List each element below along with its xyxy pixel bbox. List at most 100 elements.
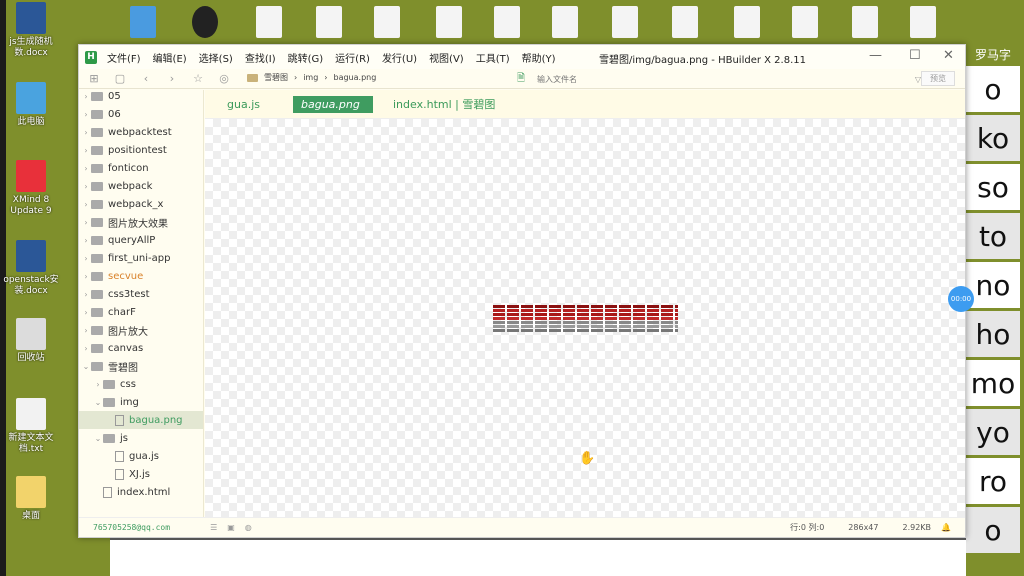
forward-icon[interactable]: › — [161, 72, 183, 85]
tree-item[interactable]: › positiontest — [79, 141, 203, 159]
desktop-icon[interactable]: openstack安装.docx — [0, 240, 62, 297]
notification-icon[interactable]: 🔔 — [941, 523, 951, 532]
desktop-icon[interactable]: 新建文本文档.txt — [0, 398, 62, 455]
account-link[interactable]: 765705258@qq.com — [93, 523, 170, 532]
desktop-icon[interactable]: 桌面 — [0, 476, 62, 522]
chevron-right-icon[interactable]: › — [93, 380, 103, 389]
chevron-right-icon[interactable]: › — [81, 128, 91, 137]
desktop-file-icon[interactable] — [436, 6, 462, 38]
breadcrumb-item[interactable]: img — [303, 73, 318, 82]
tree-item[interactable]: › fonticon — [79, 159, 203, 177]
desktop-file-icon[interactable] — [494, 6, 520, 38]
desktop-file-icon[interactable] — [256, 6, 282, 38]
chevron-right-icon[interactable]: › — [81, 92, 91, 101]
tree-item[interactable]: › webpacktest — [79, 123, 203, 141]
tab-index-html[interactable]: index.html | 雪碧图 — [385, 96, 503, 113]
menu-item[interactable]: 视图(V) — [429, 50, 464, 65]
desktop-file-icon[interactable] — [192, 6, 218, 38]
chevron-right-icon[interactable]: › — [81, 326, 91, 335]
chevron-right-icon[interactable]: › — [81, 290, 91, 299]
breadcrumb-item[interactable]: 雪碧图 — [264, 72, 288, 83]
desktop-file-icon[interactable] — [130, 6, 156, 38]
chevron-right-icon[interactable]: › — [81, 344, 91, 353]
breadcrumb-item[interactable]: bagua.png — [334, 73, 377, 82]
tree-item[interactable]: › charF — [79, 303, 203, 321]
tree-item[interactable]: ⌄ img — [79, 393, 203, 411]
desktop-file-icon[interactable] — [910, 6, 936, 38]
tree-item[interactable]: › 06 — [79, 105, 203, 123]
tree-item[interactable]: › secvue — [79, 267, 203, 285]
minimize-button[interactable]: — — [869, 48, 882, 63]
chevron-right-icon[interactable]: › — [81, 236, 91, 245]
chevron-right-icon[interactable]: › — [81, 254, 91, 263]
menu-item[interactable]: 文件(F) — [107, 50, 141, 65]
desktop-file-icon[interactable] — [734, 6, 760, 38]
desktop-file-icon[interactable] — [852, 6, 878, 38]
tab-bagua-png[interactable]: bagua.png — [293, 96, 373, 113]
recording-timer[interactable]: 00:00 — [948, 286, 974, 312]
tree-item[interactable]: › 图片放大 — [79, 321, 203, 339]
tree-item[interactable]: › css3test — [79, 285, 203, 303]
tree-item[interactable]: › webpack — [79, 177, 203, 195]
tree-item[interactable]: › canvas — [79, 339, 203, 357]
menu-item[interactable]: 选择(S) — [199, 50, 233, 65]
chevron-down-icon[interactable]: ⌄ — [81, 362, 91, 371]
outline-icon[interactable]: ☰ — [210, 523, 217, 532]
preview-button[interactable]: 预览 — [921, 71, 955, 86]
back-icon[interactable]: ‹ — [135, 72, 157, 85]
desktop-file-icon[interactable] — [552, 6, 578, 38]
desktop-file-icon[interactable] — [672, 6, 698, 38]
tree-item[interactable]: › first_uni-app — [79, 249, 203, 267]
chevron-right-icon[interactable]: › — [81, 182, 91, 191]
menu-item[interactable]: 跳转(G) — [288, 50, 324, 65]
desktop-file-icon[interactable] — [792, 6, 818, 38]
terminal-icon[interactable]: ▣ — [227, 523, 235, 532]
folder-icon — [91, 289, 103, 299]
menu-item[interactable]: 编辑(E) — [153, 50, 187, 65]
chevron-right-icon[interactable]: › — [81, 164, 91, 173]
desktop-icon[interactable]: XMind 8 Update 9 — [0, 160, 62, 217]
desktop-file-icon[interactable] — [612, 6, 638, 38]
folder-icon — [91, 253, 103, 263]
tree-item[interactable]: gua.js — [79, 447, 203, 465]
new-file-icon[interactable]: ⊞ — [83, 72, 105, 85]
chevron-right-icon[interactable]: › — [81, 110, 91, 119]
tree-item[interactable]: › queryAllP — [79, 231, 203, 249]
tree-item[interactable]: › webpack_x — [79, 195, 203, 213]
chevron-down-icon[interactable]: ⌄ — [93, 434, 103, 443]
chevron-right-icon[interactable]: › — [81, 146, 91, 155]
tree-item[interactable]: ⌄ 雪碧图 — [79, 357, 203, 375]
chevron-right-icon[interactable]: › — [81, 218, 91, 227]
tree-item[interactable]: index.html — [79, 483, 203, 501]
chevron-right-icon[interactable]: › — [81, 308, 91, 317]
desktop-file-icon[interactable] — [374, 6, 400, 38]
file-search-input[interactable] — [537, 74, 838, 84]
desktop-file-icon[interactable] — [316, 6, 342, 38]
menu-item[interactable]: 帮助(Y) — [522, 50, 556, 65]
tree-item[interactable]: › 图片放大效果 — [79, 213, 203, 231]
star-icon[interactable]: ☆ — [187, 72, 209, 85]
menu-item[interactable]: 运行(R) — [335, 50, 370, 65]
tree-item[interactable]: › css — [79, 375, 203, 393]
tree-item[interactable]: ⌄ js — [79, 429, 203, 447]
maximize-button[interactable]: ☐ — [909, 48, 921, 63]
desktop-icon[interactable]: 回收站 — [0, 318, 62, 364]
folder-icon — [91, 127, 103, 137]
chevron-down-icon[interactable]: ⌄ — [93, 398, 103, 407]
save-icon[interactable]: ▢ — [109, 72, 131, 85]
tree-item[interactable]: › 05 — [79, 87, 203, 105]
globe-icon[interactable]: ◍ — [245, 523, 252, 532]
desktop-icon[interactable]: 此电脑 — [0, 82, 62, 128]
tab-gua-js[interactable]: gua.js — [219, 96, 268, 113]
desktop-icon-label: js生成随机数.docx — [9, 37, 53, 58]
tree-item[interactable]: XJ.js — [79, 465, 203, 483]
desktop-icon[interactable]: js生成随机数.docx — [0, 2, 62, 59]
menu-item[interactable]: 查找(I) — [245, 50, 276, 65]
chevron-right-icon[interactable]: › — [81, 272, 91, 281]
menu-item[interactable]: 发行(U) — [382, 50, 417, 65]
run-icon[interactable]: ◎ — [213, 72, 235, 85]
tree-item[interactable]: bagua.png — [79, 411, 203, 429]
menu-item[interactable]: 工具(T) — [476, 50, 510, 65]
close-button[interactable]: ✕ — [943, 48, 954, 63]
chevron-right-icon[interactable]: › — [81, 200, 91, 209]
